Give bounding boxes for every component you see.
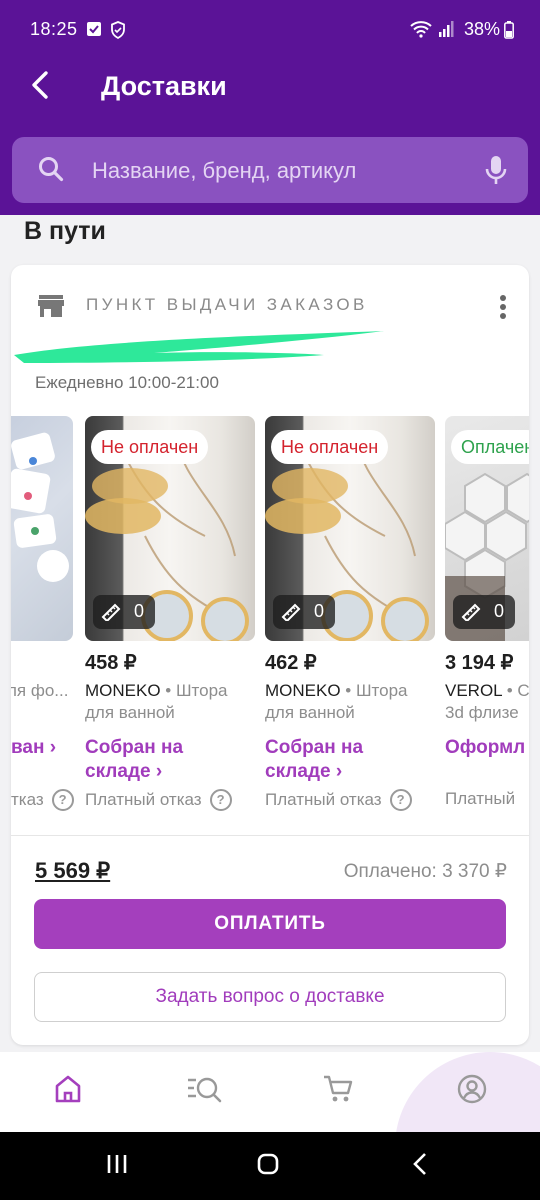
home-button-icon[interactable] [256,1152,280,1176]
help-icon[interactable]: ? [51,789,74,811]
redaction-scribble [14,331,384,363]
product-desc: для ванной [85,703,175,722]
home-icon[interactable] [54,1074,82,1104]
app-header: Доставки Название, бренд, артикул [0,50,540,215]
size-chip[interactable]: 0 [273,595,335,629]
mic-icon[interactable] [484,154,508,186]
help-icon[interactable]: ? [209,789,232,811]
pickup-point-label: ПУНКТ ВЫДАЧИ ЗАКАЗОВ [86,295,368,314]
page-title: Доставки [101,71,227,101]
refund-info: Платный отказ? [265,789,412,811]
ruler-icon [461,603,481,621]
product-desc: 3d флизе [445,703,519,722]
status-connectivity-icons [410,20,454,38]
status-battery: 38% [464,19,514,40]
product-brand: VEROL • С [445,681,529,700]
help-icon[interactable]: ? [389,789,412,811]
back-arrow-icon[interactable] [24,68,58,102]
search-placeholder: Название, бренд, артикул [92,158,357,183]
product-status-link[interactable]: Оформл [445,736,525,760]
status-bar: 18:25 38% [0,0,540,50]
product-price: 3 194 ₽ [445,652,514,674]
refund-info: Платный отказ? [85,789,232,811]
more-vertical-icon[interactable] [499,294,507,320]
store-icon [38,295,64,317]
refund-info: Платный [445,789,516,808]
delivery-card: ПУНКТ ВЫДАЧИ ЗАКАЗОВ Ежедневно 10:00-21:… [11,265,529,1045]
recent-apps-icon[interactable] [105,1152,129,1176]
divider [11,835,529,836]
product-carousel[interactable]: ля фо... ван › тказ? Не оплачен 0 458 ₽ … [11,416,529,816]
section-title: В пути [24,217,106,245]
size-count: 0 [134,601,145,621]
shield-notification-icon [111,21,125,39]
signal-icon [439,21,454,37]
payment-status-badge: Не оплачен [91,430,209,464]
payment-status-badge: Не оплачен [271,430,389,464]
wifi-icon [410,21,432,38]
status-notification-icons [86,21,126,39]
product-image: Не оплачен 0 [85,416,255,641]
product-status-link[interactable]: Собран на складе › [85,736,183,784]
ruler-icon [281,603,301,621]
product-status-link[interactable]: Собран на складе › [265,736,363,784]
catalog-search-icon[interactable] [186,1074,222,1104]
cart-icon[interactable] [322,1074,354,1104]
product-image: Оплачен 0 [445,416,529,641]
size-count: 0 [314,601,325,621]
pay-button[interactable]: ОПЛАТИТЬ [34,899,506,949]
system-nav-bar [0,1132,540,1200]
size-chip[interactable]: 0 [93,595,155,629]
size-count: 0 [494,601,505,621]
product-desc: для ванной [265,703,355,722]
ruler-icon [101,603,121,621]
battery-percent: 38% [463,19,500,39]
system-back-icon[interactable] [410,1152,430,1176]
product-desc: ля фо... [11,681,69,700]
status-time: 18:25 [30,19,78,39]
checkbox-notification-icon [87,22,101,36]
search-icon [39,157,64,182]
payment-status-badge: Оплачен [451,430,529,464]
paid-amount: Оплачено: 3 370 ₽ [343,861,507,882]
size-chip[interactable]: 0 [453,595,515,629]
search-input[interactable]: Название, бренд, артикул [12,137,528,203]
product-brand: MONEKO • Штора [85,681,228,700]
product-brand: MONEKO • Штора [265,681,408,700]
product-price: 462 ₽ [265,652,317,674]
bottom-nav [0,1052,540,1132]
ask-delivery-question-button[interactable]: Задать вопрос о доставке [34,972,506,1022]
product-image: Не оплачен 0 [265,416,435,641]
product-image [11,416,73,641]
product-price: 458 ₽ [85,652,137,674]
working-hours: Ежедневно 10:00-21:00 [35,373,219,392]
profile-icon[interactable] [457,1074,487,1104]
order-total[interactable]: 5 569 ₽ [35,858,110,884]
product-status-link[interactable]: ван › [11,736,56,760]
battery-icon [504,20,514,39]
refund-info: тказ? [11,789,74,811]
product-image-cards [11,432,69,582]
